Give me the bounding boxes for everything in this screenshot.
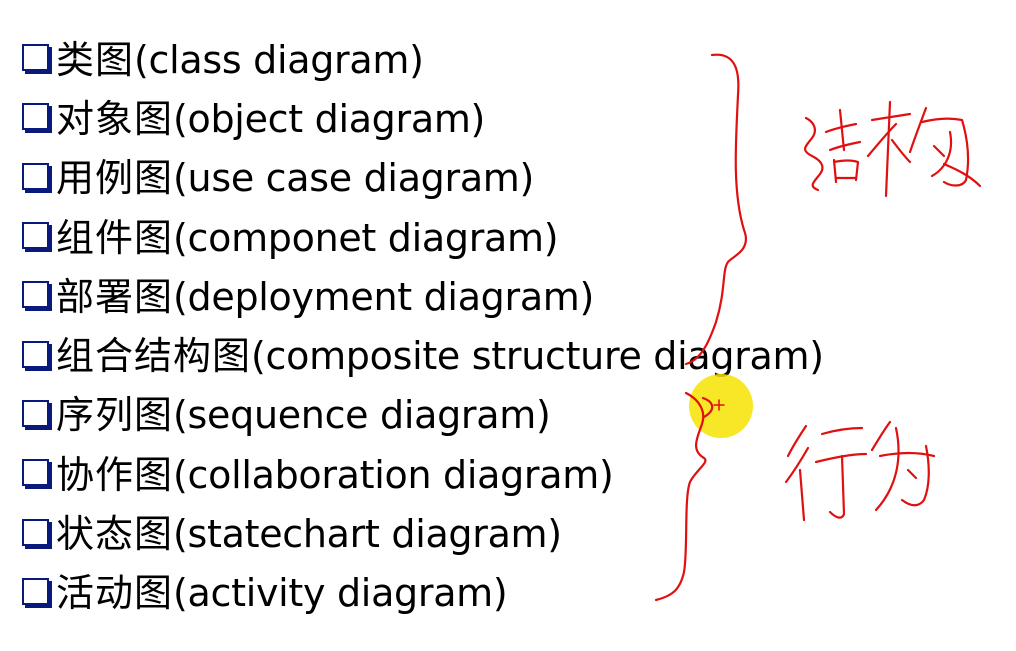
behavior-brace <box>654 391 707 602</box>
handwritten-structure-label <box>804 100 982 198</box>
slide: 类图(class diagram) 对象图(object diagram) 用例… <box>0 0 1016 651</box>
structure-brace <box>684 53 747 366</box>
handwritten-behavior-label <box>784 420 936 522</box>
cursor-mark <box>701 396 714 419</box>
cursor-crosshair-icon <box>713 399 725 411</box>
handwritten-annotations <box>654 53 982 602</box>
